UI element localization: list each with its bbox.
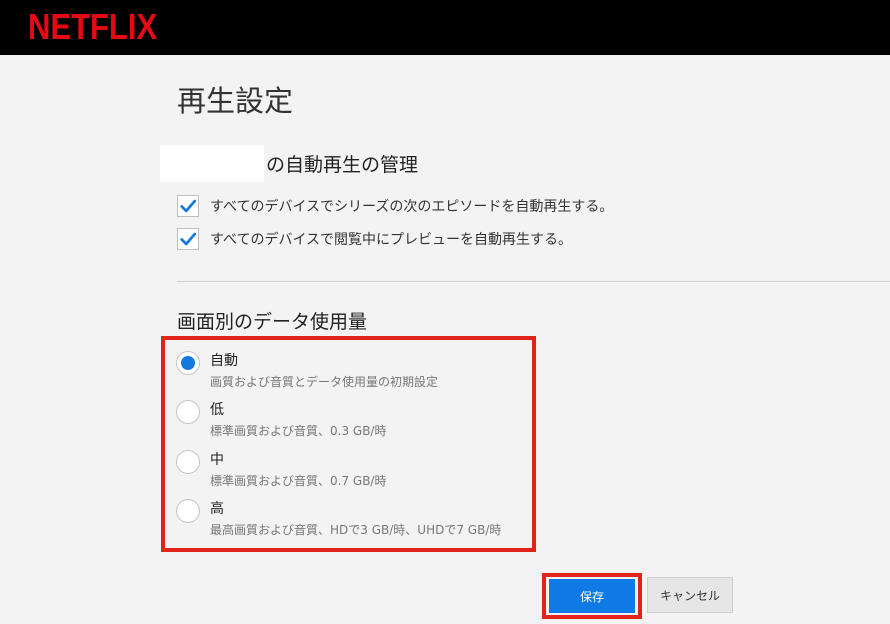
data-usage-option-high[interactable]: 高 最高画質および音質、HDで3 GB/時、UHDで7 GB/時 bbox=[176, 499, 501, 538]
data-usage-option-medium[interactable]: 中 標準画質および音質、0.7 GB/時 bbox=[176, 450, 386, 489]
save-button[interactable]: 保存 bbox=[549, 579, 635, 613]
autoplay-next-episode-option[interactable]: すべてのデバイスでシリーズの次のエピソードを自動再生する。 bbox=[177, 194, 613, 218]
autoplay-previews-label: すべてのデバイスで閲覧中にプレビューを自動再生する。 bbox=[210, 232, 573, 248]
save-button-highlight-frame: 保存 bbox=[542, 573, 642, 619]
data-usage-radio-medium[interactable] bbox=[176, 450, 200, 474]
data-usage-option-label: 自動 bbox=[210, 353, 238, 369]
autoplay-previews-checkbox[interactable] bbox=[177, 228, 199, 250]
redacted-profile-name bbox=[160, 145, 264, 182]
data-usage-option-label: 高 bbox=[210, 501, 224, 517]
data-usage-section-title: 画面別のデータ使用量 bbox=[177, 311, 368, 333]
radio-selected-dot bbox=[181, 356, 195, 370]
checkmark-icon bbox=[180, 199, 197, 213]
section-divider bbox=[177, 281, 890, 282]
data-usage-option-description: 最高画質および音質、HDで3 GB/時、UHDで7 GB/時 bbox=[210, 523, 502, 537]
data-usage-option-label: 低 bbox=[210, 402, 224, 418]
page-title: 再生設定 bbox=[177, 84, 294, 118]
data-usage-radio-low[interactable] bbox=[176, 400, 200, 424]
checkmark-icon bbox=[180, 232, 197, 246]
netflix-logo[interactable]: NETFLIX bbox=[28, 6, 157, 48]
data-usage-option-description: 標準画質および音質、0.3 GB/時 bbox=[210, 424, 387, 438]
data-usage-option-description: 画質および音質とデータ使用量の初期設定 bbox=[210, 375, 439, 389]
data-usage-option-description: 標準画質および音質、0.7 GB/時 bbox=[210, 474, 387, 488]
data-usage-option-low[interactable]: 低 標準画質および音質、0.3 GB/時 bbox=[176, 400, 386, 439]
data-usage-option-auto[interactable]: 自動 画質および音質とデータ使用量の初期設定 bbox=[176, 351, 438, 390]
autoplay-next-episode-label: すべてのデバイスでシリーズの次のエピソードを自動再生する。 bbox=[210, 199, 614, 215]
data-usage-option-label: 中 bbox=[210, 452, 224, 468]
autoplay-next-episode-checkbox[interactable] bbox=[177, 195, 199, 217]
data-usage-radio-high[interactable] bbox=[176, 499, 200, 523]
autoplay-previews-option[interactable]: すべてのデバイスで閲覧中にプレビューを自動再生する。 bbox=[177, 227, 572, 251]
cancel-button[interactable]: キャンセル bbox=[647, 577, 733, 613]
data-usage-radio-auto[interactable] bbox=[176, 351, 200, 375]
autoplay-section-title: の自動再生の管理 bbox=[266, 154, 419, 176]
top-bar: NETFLIX bbox=[0, 0, 890, 55]
